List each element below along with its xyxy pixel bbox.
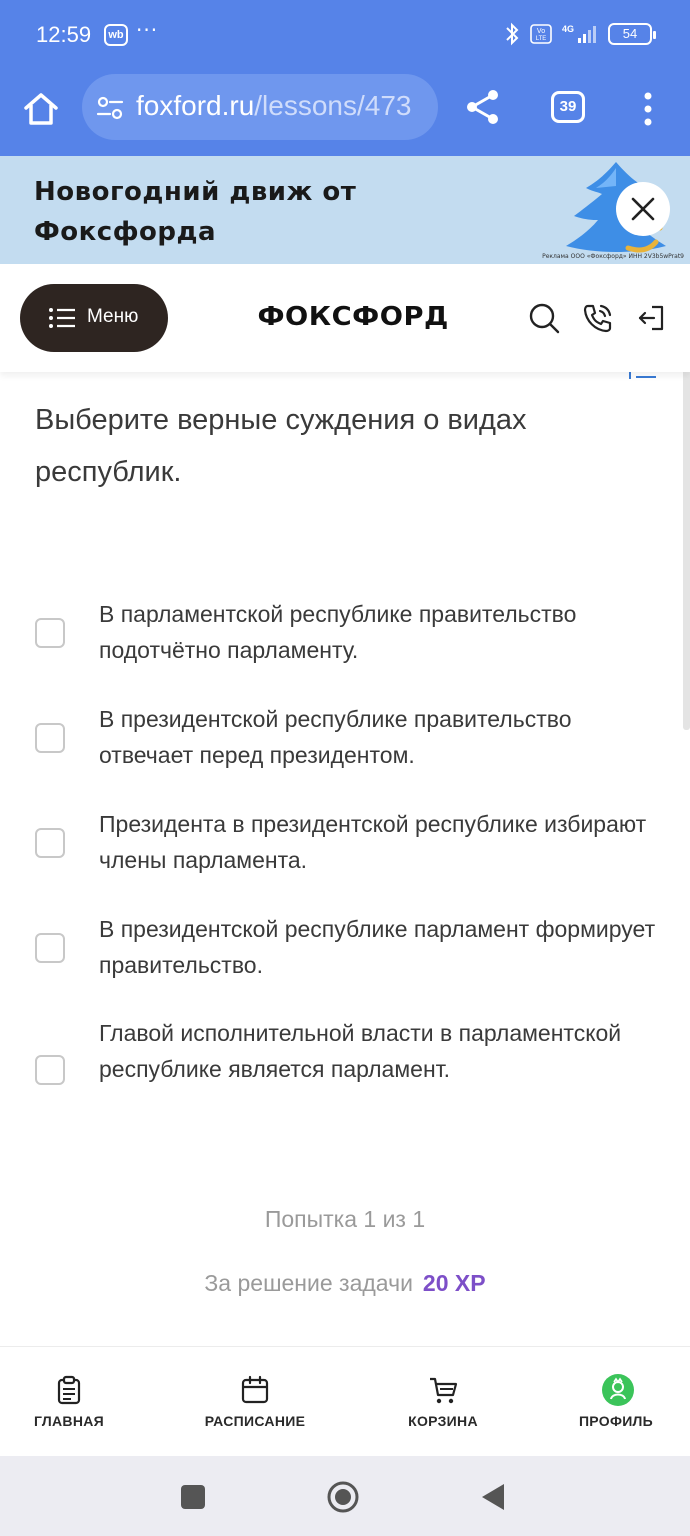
attempt-counter: Попытка 1 из 1 [264,1206,426,1232]
nav-label-profile: ПРОФИЛЬ [578,1413,654,1429]
svg-text:4G: 4G [562,24,574,34]
recent-apps-icon[interactable] [176,1480,210,1514]
calendar-icon [241,1375,269,1404]
address-bar[interactable]: foxford.ru/lessons/473 [82,74,438,140]
svg-text:Vo: Vo [537,28,545,35]
search-icon[interactable] [528,302,560,334]
phone-icon[interactable] [582,302,614,334]
foxford-logo[interactable]: ФОКСФОРД [257,302,448,332]
answer-option-text[interactable]: В президентской республике правительство… [99,701,659,773]
clipboard-icon [57,1375,81,1405]
profile-avatar-icon [602,1374,634,1406]
site-settings-icon[interactable] [96,94,124,122]
nav-item-home[interactable]: ГЛАВНАЯ [14,1347,124,1457]
banner-close-button[interactable] [616,182,670,236]
svg-text:LTE: LTE [536,36,547,42]
back-icon[interactable] [478,1480,512,1514]
menu-button[interactable]: Меню [20,284,168,352]
nav-item-cart[interactable]: КОРЗИНА [388,1347,498,1457]
battery-icon: 54 [608,23,656,45]
cart-icon [430,1377,458,1404]
url-path: /lessons/473 [254,90,412,121]
home-circle-icon[interactable] [326,1480,360,1514]
ad-disclaimer: Реклама ООО «Фоксфорд» ИНН 2V3b5wPrat9 [542,253,684,260]
reward-info: За решение задачи 20 XP [0,1270,690,1297]
answer-checkbox[interactable] [35,723,65,753]
nav-item-schedule[interactable]: РАСПИСАНИЕ [190,1347,320,1457]
nav-label-cart: КОРЗИНА [408,1413,478,1429]
banner-title-line2: Фоксфорда [34,217,217,247]
answer-option-text[interactable]: В президентской республике парламент фор… [99,911,659,983]
wb-app-icon: wb [104,24,128,46]
status-bar: 12:59 wb ··· Vo LTE 4G 54 [0,0,690,70]
list-menu-icon [49,308,75,328]
url-host: foxford.ru [136,90,255,121]
status-overflow-icon: ··· [136,18,159,42]
browser-chrome: 12:59 wb ··· Vo LTE 4G 54 foxford.ru/less… [0,0,690,156]
url-text[interactable]: foxford.ru/lessons/473 [136,90,412,122]
home-icon[interactable] [22,90,60,128]
banner-title-line1: Новогодний движ от [34,177,357,207]
login-icon[interactable] [636,302,668,334]
status-time: 12:59 [36,22,92,47]
promo-banner[interactable]: Новогодний движ от Фоксфорда Реклама ООО… [0,156,690,264]
reward-xp: 20 XP [422,1270,486,1296]
menu-label: Меню [87,306,139,327]
volte-icon: VoLTE [530,24,552,44]
signal-4g-icon: 4G [562,24,596,43]
share-icon[interactable] [464,88,502,126]
status-right: Vo LTE 4G 54 [502,22,656,46]
banner-title: Новогодний движ от Фоксфорда [34,172,356,252]
answer-checkbox[interactable] [35,933,65,963]
reward-label: За решение задачи [204,1270,413,1296]
answer-checkbox[interactable] [35,1055,65,1085]
more-menu-icon[interactable] [638,92,658,126]
nav-label-schedule: РАСПИСАНИЕ [204,1413,306,1429]
task-question: Выберите верные суждения о видах республ… [35,404,527,488]
answer-option-text[interactable]: Главой исполнительной власти в парламент… [99,1015,659,1087]
page-scrollbar[interactable] [683,330,690,730]
bluetooth-icon [506,22,519,46]
close-icon [631,197,655,221]
answer-checkbox[interactable] [35,618,65,648]
answer-checkbox[interactable] [35,828,65,858]
nav-label-home: ГЛАВНАЯ [33,1413,104,1429]
answer-option-text[interactable]: В парламентской республике правительство… [99,596,659,668]
system-navigation-bar [0,1456,690,1536]
answer-option-text[interactable]: Президента в президентской республике из… [99,806,659,878]
bottom-navigation: ГЛАВНАЯ РАСПИСАНИЕ КОРЗИНА ПРОФИЛЬ [0,1346,690,1456]
nav-item-profile[interactable]: ПРОФИЛЬ [566,1347,666,1457]
tabs-count-button[interactable]: 39 [551,91,585,123]
site-header: Меню ФОКСФОРД [0,264,690,372]
